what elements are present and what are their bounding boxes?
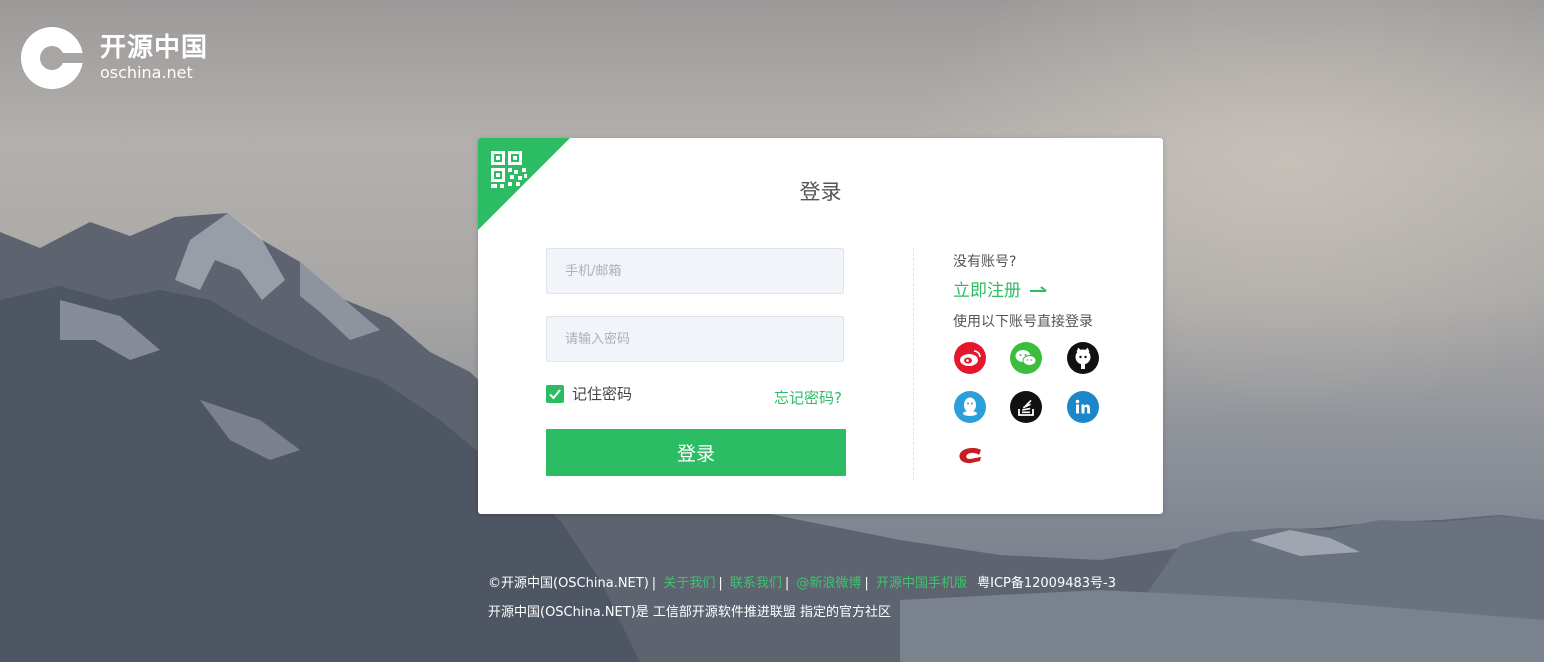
gitee-icon (959, 447, 981, 464)
logo-domain: oschina.net (100, 63, 193, 82)
footer-link-contact[interactable]: 联系我们 (730, 576, 782, 591)
gitee-login-button[interactable] (954, 440, 986, 472)
stackoverflow-login-button[interactable] (1010, 391, 1042, 423)
logo-name-cn: 开源中国 (100, 33, 209, 63)
weibo-icon (960, 350, 981, 366)
account-input[interactable] (546, 248, 844, 294)
footer-link-about[interactable]: 关于我们 (663, 576, 715, 591)
site-logo[interactable]: 开源中国 oschina.net (20, 26, 208, 90)
remember-password-toggle[interactable]: 记住密码 (546, 383, 632, 404)
register-label: 立即注册 (953, 281, 1021, 301)
oschina-logo-icon (21, 27, 84, 89)
login-card: 登录 记住密码 忘记密码? 登录 没有账号? 立即注册 使用以下账号直接登录 (478, 138, 1163, 514)
checkmark-icon (549, 388, 561, 399)
linkedin-icon (1075, 399, 1090, 414)
footer-link-weibo[interactable]: @新浪微博 (796, 576, 861, 591)
remember-label: 记住密码 (572, 385, 633, 403)
social-login-label: 使用以下账号直接登录 (953, 314, 1093, 330)
password-input[interactable] (546, 316, 844, 362)
no-account-prompt: 没有账号? (953, 254, 1017, 270)
qq-login-button[interactable] (954, 391, 986, 423)
stackoverflow-icon (1018, 399, 1034, 416)
linkedin-login-button[interactable] (1067, 391, 1099, 423)
footer-icp: 粤ICP备12009483号-3 (977, 576, 1116, 591)
github-login-button[interactable] (1067, 342, 1099, 374)
arrow-right-icon (1030, 286, 1048, 292)
register-link[interactable]: 立即注册 (953, 276, 1048, 301)
footer-copyright: ©开源中国(OSChina.NET) (488, 576, 649, 591)
footer-statement: 开源中国(OSChina.NET)是 工信部开源软件推进联盟 指定的官方社区 (488, 605, 892, 620)
login-button[interactable]: 登录 (546, 429, 846, 476)
footer-links-line: ©开源中国(OSChina.NET) | 关于我们 | 联系我们 | @新浪微博 | 开… (488, 576, 1116, 591)
weibo-login-button[interactable] (954, 342, 986, 374)
qq-icon (963, 397, 977, 416)
remember-checkbox[interactable] (546, 384, 564, 403)
forgot-password-link[interactable]: 忘记密码? (774, 387, 842, 408)
login-title: 登录 (799, 180, 842, 204)
wechat-icon (1015, 350, 1037, 366)
github-icon (1075, 347, 1091, 369)
wechat-login-button[interactable] (1010, 342, 1042, 374)
footer-link-mobile[interactable]: 开源中国手机版 (876, 576, 967, 591)
card-divider (913, 248, 914, 480)
